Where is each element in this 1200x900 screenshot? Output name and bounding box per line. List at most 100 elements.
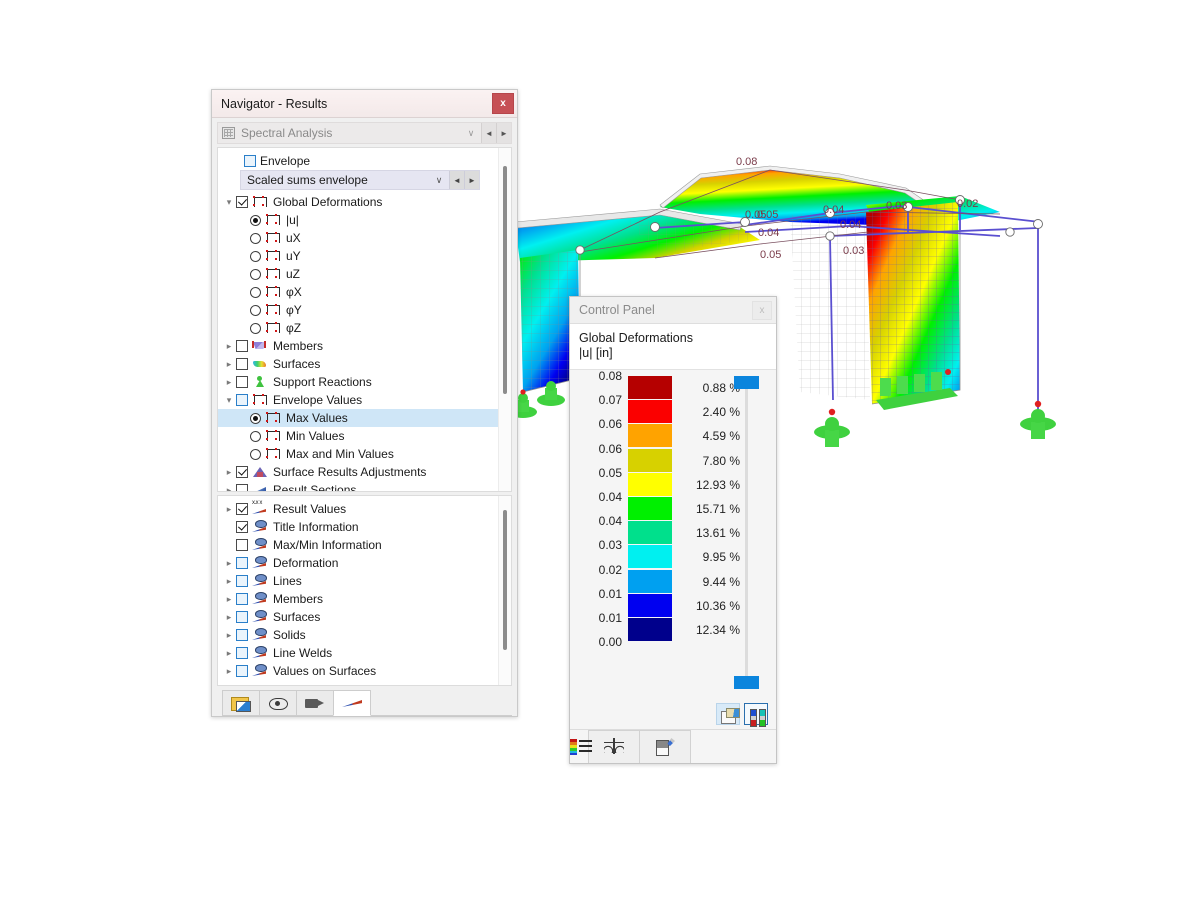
chevron-right-icon[interactable]	[222, 612, 236, 623]
chevron-down-icon[interactable]	[222, 197, 236, 208]
tree-item-max-and-min-values[interactable]: Max and Min Values	[218, 445, 511, 463]
legend-color-swatch[interactable]	[628, 448, 672, 472]
tree-item-radio[interactable]	[250, 250, 261, 262]
tree-item-checkbox[interactable]	[236, 196, 248, 208]
chevron-right-icon[interactable]	[222, 648, 236, 659]
tree-item-radio[interactable]	[250, 322, 261, 334]
legend-color-swatch[interactable]	[628, 617, 672, 641]
tree-item-solids[interactable]: Solids	[218, 626, 511, 644]
control-panel-titlebar[interactable]: Control Panel x	[570, 297, 776, 324]
chevron-down-icon[interactable]	[222, 395, 236, 406]
tree-item-checkbox[interactable]	[236, 484, 248, 491]
prev-case-button[interactable]: ◄	[481, 123, 496, 143]
tree-item-checkbox[interactable]	[236, 593, 248, 605]
envelope-next-button[interactable]: ►	[464, 171, 479, 189]
legend-color-swatch[interactable]	[628, 400, 672, 424]
tree-item-radio[interactable]	[250, 232, 261, 244]
legend-color-swatch[interactable]	[628, 376, 672, 399]
chevron-right-icon[interactable]	[222, 377, 236, 388]
visibility-button[interactable]	[259, 690, 297, 716]
close-icon[interactable]: x	[492, 93, 514, 114]
tree-item-max-min-information[interactable]: Max/Min Information	[218, 536, 511, 554]
tree-item-title-information[interactable]: Title Information	[218, 518, 511, 536]
tree-item-checkbox[interactable]	[236, 647, 248, 659]
chevron-down-icon[interactable]: ∨	[429, 171, 449, 189]
analysis-case-combo-main[interactable]: Spectral Analysis	[218, 123, 461, 143]
chevron-right-icon[interactable]	[222, 594, 236, 605]
color-legend-tab[interactable]	[570, 730, 592, 763]
legend-color-swatch[interactable]	[628, 545, 672, 569]
legend-color-swatch[interactable]	[628, 424, 672, 448]
chevron-right-icon[interactable]	[222, 630, 236, 641]
envelope-checkbox[interactable]	[244, 155, 256, 167]
chevron-right-icon[interactable]	[222, 467, 236, 478]
control-panel-tabs[interactable]	[570, 729, 776, 763]
chevron-right-icon[interactable]	[222, 504, 236, 515]
tree-item-checkbox[interactable]	[236, 340, 248, 352]
legend-color-swatch[interactable]	[628, 593, 672, 617]
tree-item-result-values[interactable]: Result Values	[218, 500, 511, 518]
tree-item-radio[interactable]	[250, 430, 261, 442]
tree-item-checkbox[interactable]	[236, 376, 248, 388]
tree-item-checkbox[interactable]	[236, 539, 248, 551]
chevron-down-icon[interactable]: ∨	[461, 123, 481, 143]
tree-item-ux[interactable]: uX	[218, 229, 511, 247]
tree-item-uz[interactable]: uZ	[218, 265, 511, 283]
control-panel-window[interactable]: Control Panel x Global Deformations |u| …	[569, 296, 777, 764]
tree-item-lines[interactable]: Lines	[218, 572, 511, 590]
envelope-type-combo[interactable]: Scaled sums envelope ∨ ◄ ►	[240, 170, 480, 190]
tree-item-radio[interactable]	[250, 304, 261, 316]
tree-item-checkbox[interactable]	[236, 503, 248, 515]
results-tree-lower[interactable]: Result Values Title Information Max/Min In…	[217, 495, 512, 686]
tree-item-z[interactable]: φZ	[218, 319, 511, 337]
tree-item-checkbox[interactable]	[236, 466, 248, 478]
chevron-right-icon[interactable]	[222, 359, 236, 370]
camera-button[interactable]	[296, 690, 334, 716]
results-tree-upper[interactable]: Envelope Scaled sums envelope∨◄► Global De…	[217, 147, 512, 492]
tree-item-deformation[interactable]: Deformation	[218, 554, 511, 572]
chevron-right-icon[interactable]	[222, 558, 236, 569]
chevron-right-icon[interactable]	[222, 576, 236, 587]
tree-item-members[interactable]: Members	[218, 590, 511, 608]
tree-item-checkbox[interactable]	[236, 665, 248, 677]
analysis-case-combo[interactable]: Spectral Analysis ∨ ◄ ►	[217, 122, 512, 144]
tree-item-checkbox[interactable]	[236, 557, 248, 569]
tree-item-radio[interactable]	[250, 286, 261, 298]
tree-item-uy[interactable]: uY	[218, 247, 511, 265]
navigator-toolbar[interactable]	[217, 686, 512, 716]
tree-item-surfaces[interactable]: Surfaces	[218, 355, 511, 373]
tree-item-radio[interactable]	[250, 214, 261, 226]
next-case-button[interactable]: ►	[496, 123, 511, 143]
tree-item-min-values[interactable]: Min Values	[218, 427, 511, 445]
tree-upper-scroll-thumb[interactable]	[503, 166, 507, 394]
tree-item-line-welds[interactable]: Line Welds	[218, 644, 511, 662]
tree-item-values-on-surfaces[interactable]: Values on Surfaces	[218, 662, 511, 680]
tree-item-global-deformations[interactable]: Global Deformations	[218, 193, 511, 211]
tree-lower-scrollbar[interactable]	[498, 496, 511, 685]
tree-item-radio[interactable]	[250, 412, 261, 424]
tree-item-result-sections[interactable]: Result Sections	[218, 481, 511, 491]
envelope-prev-button[interactable]: ◄	[449, 171, 464, 189]
tree-item-checkbox[interactable]	[236, 575, 248, 587]
tree-item-checkbox[interactable]	[236, 521, 248, 533]
tree-upper-scrollbar[interactable]	[498, 148, 511, 491]
legend-color-swatch[interactable]	[628, 569, 672, 593]
chevron-right-icon[interactable]	[222, 666, 236, 677]
tree-item-radio[interactable]	[250, 448, 261, 460]
factors-tab[interactable]	[639, 730, 691, 763]
legend-range-slider[interactable]	[734, 376, 759, 689]
tree-item-support-reactions[interactable]: Support Reactions	[218, 373, 511, 391]
navigator-titlebar[interactable]: Navigator - Results x	[212, 90, 517, 118]
legend-color-swatch[interactable]	[628, 472, 672, 496]
legend-color-swatch[interactable]	[628, 521, 672, 545]
slider-min-handle[interactable]	[734, 676, 759, 689]
tree-item-envelope[interactable]: Envelope	[218, 152, 511, 170]
tree-item-u[interactable]: |u|	[218, 211, 511, 229]
tree-item-max-values[interactable]: Max Values	[218, 409, 511, 427]
chevron-right-icon[interactable]	[222, 341, 236, 352]
envelope-type-value[interactable]: Scaled sums envelope	[241, 171, 429, 189]
tree-item-surface-results-adjustments[interactable]: Surface Results Adjustments	[218, 463, 511, 481]
navigator-results-window[interactable]: Navigator - Results x Spectral Analysis …	[211, 89, 518, 717]
tree-item-checkbox[interactable]	[236, 394, 248, 406]
close-icon[interactable]: x	[752, 300, 772, 320]
